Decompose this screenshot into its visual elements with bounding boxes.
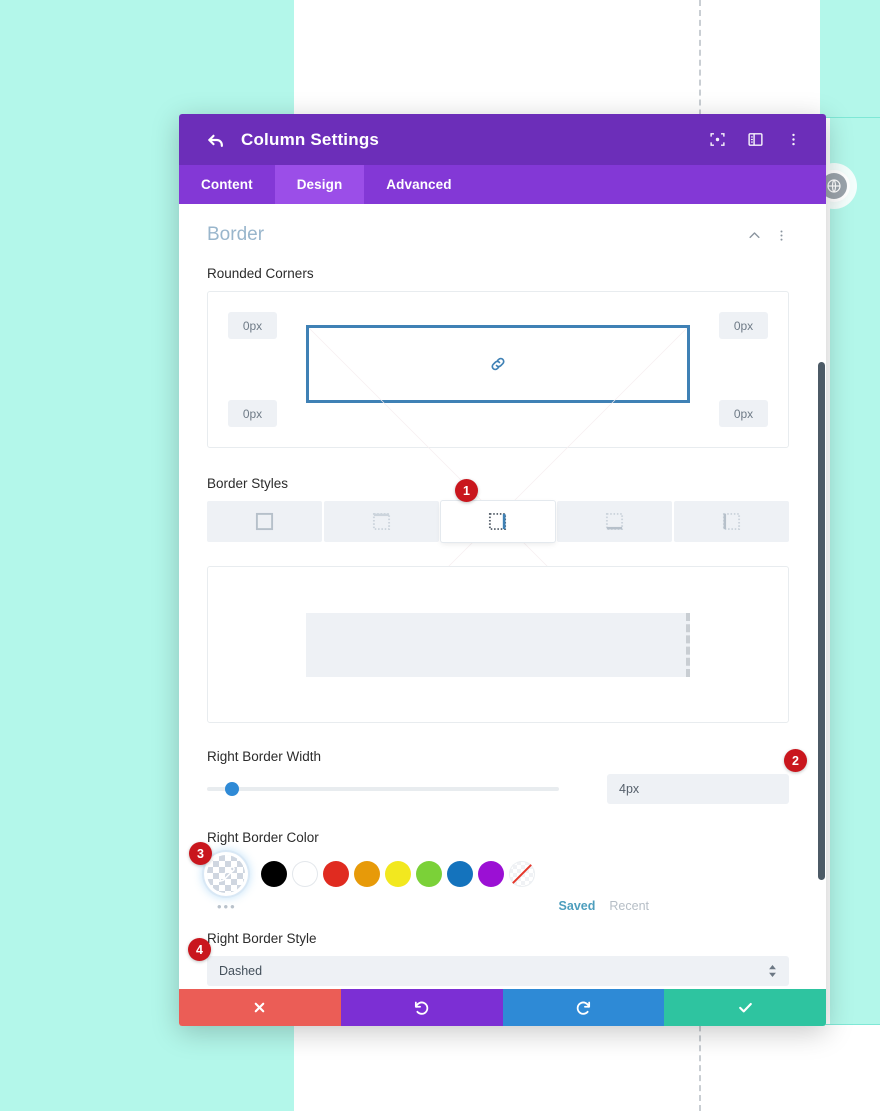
save-button[interactable] (664, 989, 826, 1026)
more-vertical-icon[interactable] (774, 228, 789, 243)
corner-top-right-input[interactable]: 0px (719, 312, 768, 339)
redo-button[interactable] (502, 989, 665, 1026)
border-style-all-icon[interactable] (207, 501, 322, 542)
link-icon[interactable] (484, 352, 512, 376)
corner-preview-box (306, 325, 690, 403)
canvas-mint-right-top (820, 0, 880, 118)
column-settings-modal: Column Settings Content Design Advanced (179, 114, 826, 1026)
border-color-picker[interactable] (207, 855, 245, 893)
color-tabs: Saved Recent (207, 899, 789, 913)
saved-colors-tab[interactable]: Saved (559, 899, 596, 913)
corner-top-left-input[interactable]: 0px (228, 312, 277, 339)
swatch-yellow[interactable] (385, 861, 411, 887)
swatch-blue[interactable] (447, 861, 473, 887)
tab-design[interactable]: Design (274, 165, 365, 204)
border-width-slider[interactable] (207, 782, 559, 796)
border-color-label: Right Border Color (207, 830, 319, 845)
modal-footer (179, 989, 826, 1026)
modal-tabs: Content Design Advanced (179, 165, 826, 204)
fullscreen-icon[interactable] (702, 125, 732, 155)
body-text-line: quia (826, 514, 880, 542)
redo-icon (576, 1001, 590, 1015)
swatch-red[interactable] (323, 861, 349, 887)
canvas-mint-bottom-left (0, 1024, 294, 1111)
page-title: Column Settings (241, 129, 380, 149)
border-preview-panel (207, 566, 789, 723)
discard-button[interactable] (179, 989, 341, 1026)
border-styles-group (207, 501, 789, 542)
modal-header: Column Settings (179, 114, 826, 165)
body-text-line: re et (826, 542, 880, 570)
back-arrow-icon[interactable] (205, 129, 227, 151)
ellipsis-icon[interactable]: ••• (217, 899, 237, 914)
undo-button[interactable] (340, 989, 503, 1026)
body-text-line: ad mi (826, 570, 880, 598)
recent-colors-tab[interactable]: Recent (609, 899, 649, 913)
undo-icon (415, 1001, 429, 1015)
canvas-body-text: m quia quia re et ad mi corpor commo (826, 486, 880, 654)
step-badge-1: 1 (455, 479, 478, 502)
settings-scroll-area: Border Rounded Corners 0px 0px 0px 0px B… (179, 204, 826, 989)
check-icon (738, 1002, 752, 1013)
step-badge-4: 4 (188, 938, 211, 961)
border-style-right-icon[interactable] (440, 501, 556, 542)
slider-knob[interactable] (224, 782, 239, 796)
swatch-purple[interactable] (478, 861, 504, 887)
border-style-selected-value: Dashed (219, 964, 263, 978)
swatch-transparent[interactable] (509, 861, 535, 887)
border-style-top-icon[interactable] (323, 501, 439, 542)
more-vertical-icon[interactable] (778, 125, 808, 155)
border-style-label: Right Border Style (207, 931, 317, 946)
settings-scrollbar-thumb[interactable] (818, 362, 825, 880)
sort-caret-icon (768, 965, 777, 977)
step-badge-2: 2 (784, 749, 807, 772)
section-title: Border (207, 224, 265, 245)
body-text-line: m quia (826, 486, 880, 514)
border-styles-label: Border Styles (207, 476, 289, 491)
body-text-line: commo (826, 626, 880, 654)
tab-content[interactable]: Content (179, 165, 275, 204)
step-badge-3: 3 (189, 842, 212, 865)
border-section-header: Border (207, 224, 789, 246)
border-color-swatches: ••• (207, 855, 789, 914)
border-style-bottom-icon[interactable] (557, 501, 673, 542)
swatch-black[interactable] (261, 861, 287, 887)
rounded-corners-control: 0px 0px 0px 0px (207, 291, 789, 448)
border-width-row: 4px (207, 774, 789, 804)
modal-body: Border Rounded Corners 0px 0px 0px 0px B… (179, 204, 826, 989)
border-preview-shape (306, 613, 690, 677)
border-style-left-icon[interactable] (674, 501, 789, 542)
chevron-up-icon[interactable] (747, 228, 762, 243)
layout-panel-icon[interactable] (740, 125, 770, 155)
swatch-orange[interactable] (354, 861, 380, 887)
corner-bottom-left-input[interactable]: 0px (228, 400, 277, 427)
corner-bottom-right-input[interactable]: 0px (719, 400, 768, 427)
swatch-white[interactable] (292, 861, 318, 887)
border-width-label: Right Border Width (207, 749, 322, 764)
swatch-green[interactable] (416, 861, 442, 887)
close-icon (255, 1002, 265, 1013)
body-text-line: corpor (826, 598, 880, 626)
border-style-select[interactable]: Dashed (207, 956, 789, 986)
rounded-corners-label: Rounded Corners (207, 266, 314, 281)
border-width-value[interactable]: 4px (607, 774, 789, 804)
tab-advanced[interactable]: Advanced (364, 165, 473, 204)
